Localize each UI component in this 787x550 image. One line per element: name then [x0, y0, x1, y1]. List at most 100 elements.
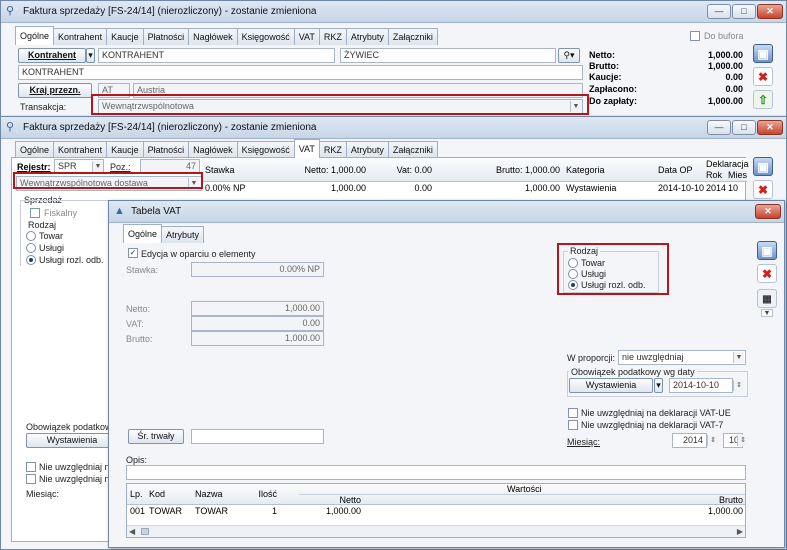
cancel-icon[interactable]: ✖ — [757, 264, 777, 283]
rok-spinner-icon[interactable]: ⇕ — [707, 435, 718, 446]
close-button[interactable]: ✕ — [757, 4, 783, 19]
col-netto: Netto: 1,000.00 — [304, 165, 366, 175]
vat-field[interactable]: 0.00 — [191, 316, 324, 331]
sr-trwaly-button[interactable]: Śr. trwały — [128, 429, 184, 444]
nie-uwzgl-2-checkbox[interactable] — [26, 474, 36, 484]
data-field[interactable]: 2014-10-10 — [669, 378, 733, 393]
tab-kontrahent[interactable]: Kontrahent — [53, 141, 108, 158]
minimize-button[interactable]: — — [707, 4, 731, 19]
wystawienia-dropdown[interactable]: ▾ — [654, 378, 663, 393]
wystawienia-button[interactable]: Wystawienia — [26, 433, 118, 448]
export-icon[interactable]: ⇧ — [753, 90, 773, 109]
tab-vat[interactable]: VAT — [293, 28, 320, 45]
nie-uwzgl-1-checkbox[interactable] — [26, 462, 36, 472]
do-bufora-checkbox[interactable] — [690, 31, 700, 41]
tab-platnosci[interactable]: Płatności — [142, 28, 190, 45]
cancel-icon[interactable]: ✖ — [753, 67, 773, 86]
tab-vat[interactable]: VAT — [293, 139, 320, 158]
sr-trwaly-field[interactable] — [191, 429, 324, 444]
radio-towar-label: Towar — [39, 231, 64, 241]
cancel-icon[interactable]: ✖ — [753, 180, 773, 199]
tab-atrybuty[interactable]: Atrybuty — [161, 226, 205, 243]
save-icon[interactable]: ▣ — [753, 44, 773, 63]
edycja-label: Edycja w oparciu o elementy — [141, 249, 256, 259]
kontrahent-name-field[interactable]: KONTRAHENT — [18, 65, 583, 80]
wystawienia-button[interactable]: Wystawienia — [569, 378, 653, 393]
col-brutto: Brutto: 1,000.00 — [495, 165, 560, 175]
table-row[interactable]: 001 TOWAR TOWAR 1 1,000.00 1,000.00 — [127, 505, 745, 517]
col-stawka: Stawka — [205, 165, 235, 175]
tab-rkz[interactable]: RKZ — [318, 141, 347, 158]
kontrahent-city-field[interactable]: ŻYWIEC — [340, 48, 556, 63]
vat-label: VAT: — [126, 319, 144, 329]
tab-platnosci[interactable]: Płatności — [142, 141, 190, 158]
close-button[interactable]: ✕ — [755, 204, 781, 219]
rodzaj-label: Rodzaj — [28, 220, 57, 230]
minimize-button[interactable]: — — [707, 120, 731, 135]
spinner-icon[interactable]: ⇕ — [733, 380, 744, 391]
search-contractor-button[interactable]: ⚲▾ — [558, 48, 580, 63]
close-button[interactable]: ✕ — [757, 120, 783, 135]
radio-towar[interactable] — [26, 231, 36, 241]
tab-ogolne[interactable]: Ogólne — [15, 141, 55, 158]
horizontal-scrollbar[interactable]: ◀ ▶ — [127, 525, 745, 537]
fiskalny-label: Fiskalny — [44, 208, 78, 218]
chevron-down-icon[interactable]: ▼ — [761, 309, 773, 317]
kaucje-total-value: 0.00 — [725, 72, 743, 82]
brutto-field[interactable]: 1,000.00 — [191, 331, 324, 346]
scroll-thumb[interactable] — [141, 528, 149, 535]
opis-field[interactable] — [126, 465, 746, 480]
tab-ksiegowosc[interactable]: Księgowość — [236, 141, 295, 158]
vat-grid-header: Stawka Netto: 1,000.00 Vat: 0.00 Brutto:… — [202, 158, 749, 182]
tab-zalaczniki[interactable]: Załączniki — [387, 141, 438, 158]
w-proporcji-select[interactable]: nie uwzględniaj — [618, 350, 746, 365]
stawka-field[interactable]: 0.00% NP — [191, 262, 324, 277]
fiskalny-checkbox[interactable] — [30, 208, 40, 218]
save-icon[interactable]: ▣ — [753, 157, 773, 176]
col-nazwa: Nazwa — [195, 489, 223, 499]
tab-kaucje[interactable]: Kaucje — [106, 28, 144, 45]
edycja-checkbox[interactable]: ✓ — [128, 248, 138, 258]
tab-ogolne[interactable]: Ogólne — [123, 224, 163, 243]
tab-rkz[interactable]: RKZ — [318, 28, 347, 45]
kontrahent-button[interactable]: Kontrahent — [18, 48, 86, 63]
kaucje-total-label: Kaucje: — [589, 72, 622, 82]
maximize-button[interactable]: □ — [732, 4, 756, 19]
titlebar: ▲ Tabela VAT ✕ — [109, 201, 784, 223]
table-row[interactable]: 0.00% NP 1,000.00 0.00 1,000.00 Wystawie… — [202, 182, 747, 194]
maximize-button[interactable]: □ — [732, 120, 756, 135]
tab-ksiegowosc[interactable]: Księgowość — [236, 28, 295, 45]
tab-atrybuty[interactable]: Atrybuty — [345, 141, 389, 158]
radio-uslugi-rozl[interactable] — [26, 255, 36, 265]
chevron-down-icon: ▼ — [733, 352, 744, 363]
scroll-left-icon[interactable]: ◀ — [129, 527, 135, 536]
tab-atrybuty[interactable]: Atrybuty — [345, 28, 389, 45]
nie-vat-7-checkbox[interactable] — [568, 420, 578, 430]
cell-brutto: 1,000.00 — [707, 506, 743, 516]
tab-kontrahent[interactable]: Kontrahent — [53, 28, 108, 45]
col-brutto: Brutto — [718, 495, 743, 505]
nie-vat-ue-checkbox[interactable] — [568, 408, 578, 418]
window-title: Tabela VAT — [131, 206, 182, 217]
tab-naglowek[interactable]: Nagłówek — [188, 28, 238, 45]
kraj-przezn-button[interactable]: Kraj przezn. — [18, 83, 92, 98]
kontrahent-code-field[interactable]: KONTRAHENT — [98, 48, 335, 63]
window-title: Faktura sprzedaży [FS-24/14] (nierozlicz… — [23, 122, 317, 133]
col-data-op: Data OP — [658, 165, 693, 175]
scroll-right-icon[interactable]: ▶ — [737, 527, 743, 536]
kontrahent-dropdown[interactable]: ▾ — [86, 48, 95, 63]
tab-ogolne[interactable]: Ogólne — [15, 26, 55, 45]
rok-field[interactable]: 2014 — [672, 433, 707, 448]
tabela-vat-window: ▲ Tabela VAT ✕ Ogólne Atrybuty ✓ Edycja … — [108, 200, 785, 548]
tab-zalaczniki[interactable]: Załączniki — [387, 28, 438, 45]
opis-label: Opis: — [126, 455, 148, 465]
calculator-icon[interactable]: ▦ — [757, 289, 777, 308]
mies-spinner-icon[interactable]: ⇕ — [737, 435, 748, 446]
netto-field[interactable]: 1,000.00 — [191, 301, 324, 316]
search-icon: ⚲ — [6, 5, 15, 17]
radio-uslugi[interactable] — [26, 243, 36, 253]
tab-bar: Ogólne Kontrahent Kaucje Płatności Nagłó… — [15, 139, 438, 158]
save-icon[interactable]: ▣ — [757, 241, 777, 260]
tab-kaucje[interactable]: Kaucje — [106, 141, 144, 158]
tab-naglowek[interactable]: Nagłówek — [188, 141, 238, 158]
